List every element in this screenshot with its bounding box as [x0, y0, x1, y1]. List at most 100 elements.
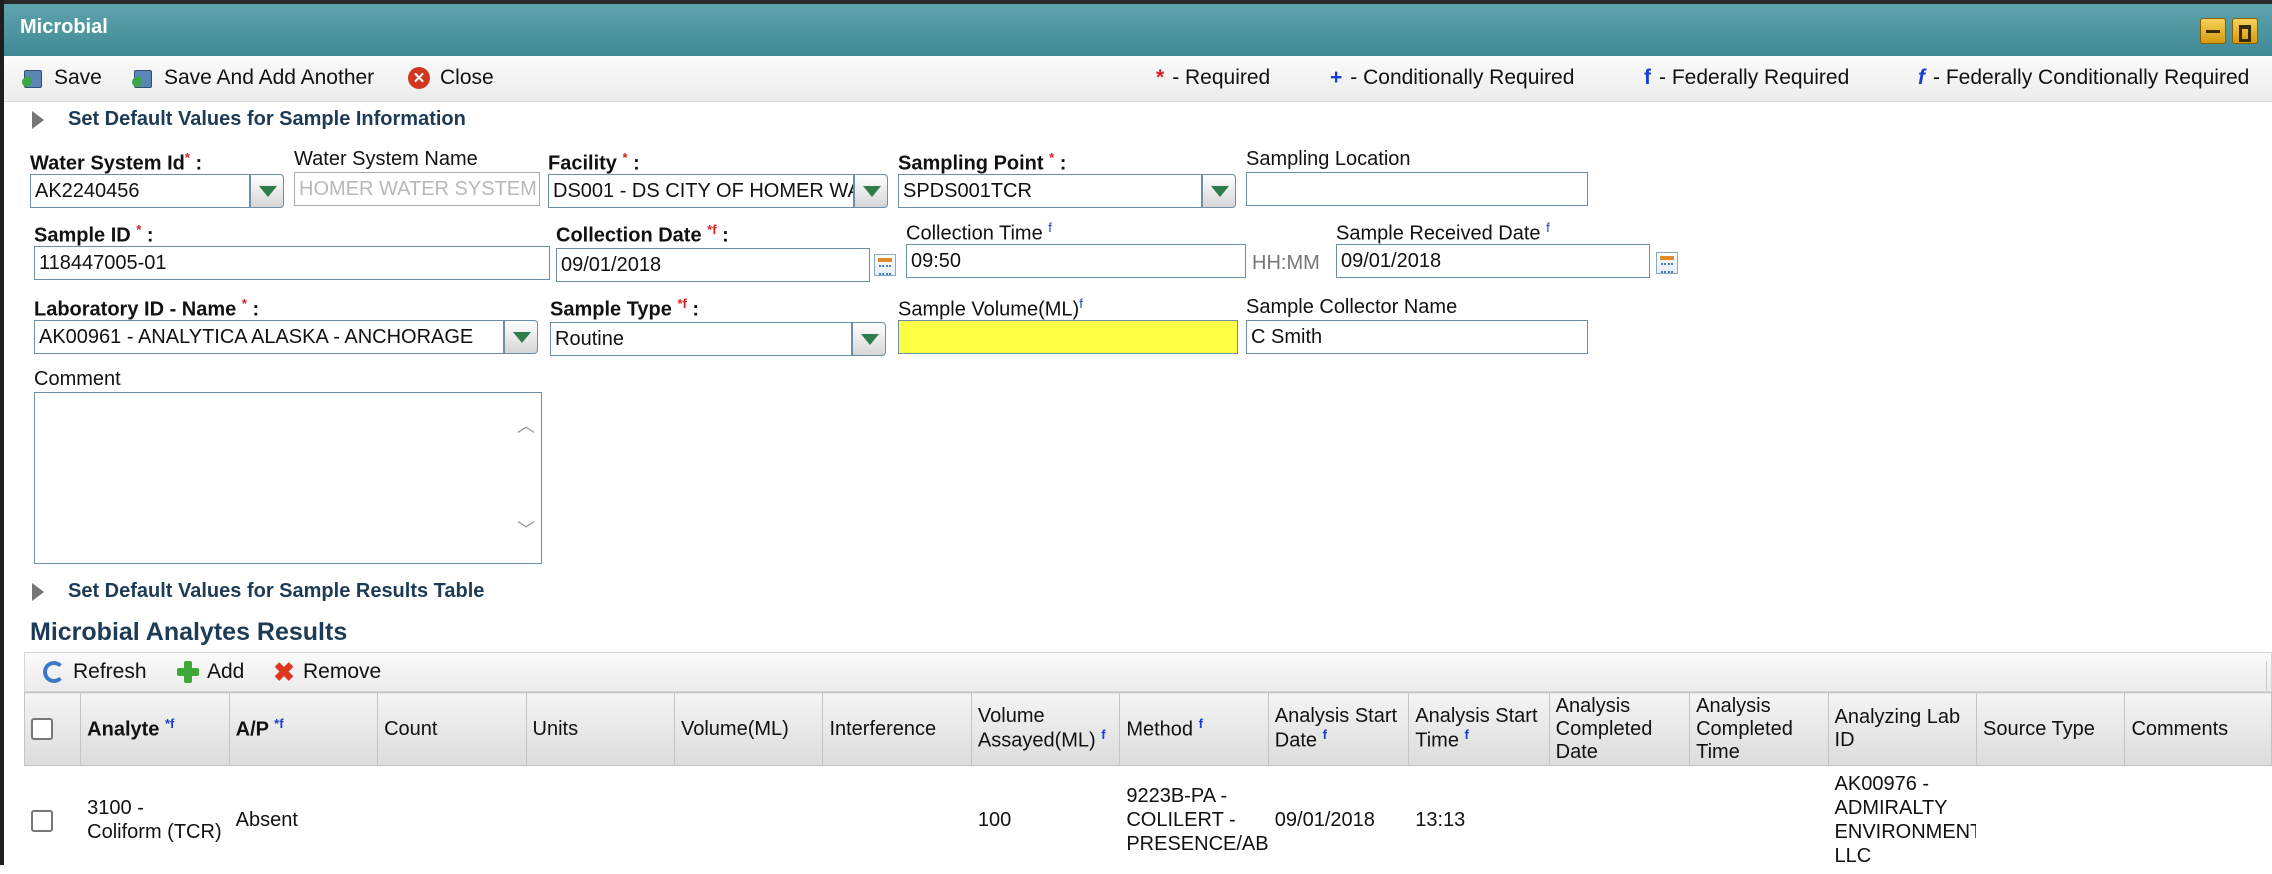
column-header[interactable]: Count — [378, 693, 526, 766]
table-row[interactable]: 3100 - Coliform (TCR) Absent 100 9223B-P… — [25, 766, 2272, 874]
volume-assayed-cell[interactable]: 100 — [971, 766, 1119, 874]
column-header[interactable]: Interference — [823, 693, 971, 766]
sample-received-date-field[interactable]: 09/01/2018 — [1336, 244, 1650, 278]
scroll-down-icon[interactable]: ﹀ — [517, 523, 535, 537]
refresh-button[interactable]: Refresh — [43, 660, 147, 684]
comment-textarea[interactable]: ︿ ﹀ — [34, 392, 542, 564]
sample-received-date-label: Sample Received Date f — [1336, 220, 1550, 246]
lab-id-cell[interactable]: AK00976 - ADMIRALTY ENVIRONMENTAL LLC — [1828, 766, 1976, 874]
collection-time-field[interactable]: 09:50 — [906, 244, 1246, 278]
expand-arrow-icon — [32, 583, 44, 601]
column-header[interactable]: Method f — [1120, 693, 1268, 766]
column-header[interactable]: Source Type — [1976, 693, 2124, 766]
laboratory-dropdown[interactable] — [504, 320, 538, 354]
select-all-checkbox[interactable] — [31, 718, 53, 740]
start-time-cell[interactable]: 13:13 — [1409, 766, 1549, 874]
row-checkbox[interactable] — [31, 810, 53, 832]
column-header[interactable]: Analyzing Lab ID — [1828, 693, 1976, 766]
column-header[interactable]: Analysis Completed Time — [1690, 693, 1828, 766]
expand-arrow-icon — [32, 111, 44, 129]
results-toolbar: Refresh Add ✖ Remove — [24, 652, 2272, 692]
sample-collector-field[interactable]: C Smith — [1246, 320, 1588, 354]
sampling-point-dropdown[interactable] — [1202, 174, 1236, 208]
volume-cell[interactable] — [674, 766, 822, 874]
units-cell[interactable] — [526, 766, 674, 874]
sample-volume-label: Sample Volume(ML)f — [898, 296, 1083, 322]
water-system-id-label: Water System Id* : — [30, 150, 202, 176]
column-header[interactable]: Units — [526, 693, 674, 766]
sample-volume-field[interactable] — [898, 320, 1238, 354]
sampling-point-label: Sampling Point * : — [898, 150, 1066, 176]
interference-cell[interactable] — [823, 766, 971, 874]
results-title: Microbial Analytes Results — [30, 618, 347, 647]
source-type-cell[interactable] — [1976, 766, 2124, 874]
ap-cell[interactable]: Absent — [229, 766, 377, 874]
set-defaults-sample-results-toggle[interactable]: Set Default Values for Sample Results Ta… — [32, 580, 484, 603]
sample-collector-label: Sample Collector Name — [1246, 296, 1457, 319]
minimize-icon[interactable] — [2200, 18, 2226, 44]
water-system-id-field[interactable]: AK2240456 — [30, 174, 250, 208]
collection-time-label: Collection Time f — [906, 220, 1052, 246]
select-all-header — [25, 693, 81, 766]
start-date-cell[interactable]: 09/01/2018 — [1268, 766, 1408, 874]
column-header[interactable]: Analysis Completed Date — [1549, 693, 1689, 766]
remove-button[interactable]: ✖ Remove — [273, 660, 381, 684]
water-system-name-label: Water System Name — [294, 148, 478, 171]
laboratory-field[interactable]: AK00961 - ANALYTICA ALASKA - ANCHORAGE — [34, 320, 504, 354]
restore-icon[interactable] — [2232, 18, 2258, 44]
plus-icon — [177, 661, 199, 683]
water-system-name-field: HOMER WATER SYSTEM — [294, 172, 540, 206]
completed-date-cell[interactable] — [1549, 766, 1689, 874]
column-header[interactable]: Analysis Start Date f — [1268, 693, 1408, 766]
comments-cell[interactable] — [2125, 766, 2272, 874]
scroll-up-icon[interactable]: ︿ — [517, 419, 535, 433]
sample-type-label: Sample Type *f : — [550, 296, 699, 322]
sample-type-field[interactable]: Routine — [550, 322, 852, 356]
results-grid: Analyte *f A/P *f Count Units Volume(ML)… — [24, 692, 2272, 874]
save-button[interactable]: Save — [22, 66, 102, 90]
time-format-hint: HH:MM — [1252, 252, 1320, 275]
column-header[interactable]: Analysis Start Time f — [1409, 693, 1549, 766]
close-button[interactable]: ✕ Close — [408, 66, 494, 90]
analyte-cell[interactable]: 3100 - Coliform (TCR) — [81, 766, 229, 874]
sample-id-field[interactable]: 118447005-01 — [34, 246, 550, 280]
form-toolbar: Save Save And Add Another ✕ Close *- Req… — [4, 56, 2272, 102]
save-and-add-another-button[interactable]: Save And Add Another — [132, 66, 374, 90]
method-cell[interactable]: 9223B-PA - COLILERT - PRESENCE/ABSENCE — [1120, 766, 1268, 874]
collection-date-label: Collection Date *f : — [556, 222, 729, 248]
remove-icon: ✖ — [273, 661, 295, 683]
sample-type-dropdown[interactable] — [852, 322, 886, 356]
refresh-icon — [43, 661, 65, 683]
sampling-location-field[interactable] — [1246, 172, 1588, 206]
sampling-point-field[interactable]: SPDS001TCR — [898, 174, 1202, 208]
laboratory-label: Laboratory ID - Name * : — [34, 296, 259, 322]
count-cell[interactable] — [378, 766, 526, 874]
sample-received-date-calendar-icon[interactable] — [1656, 252, 1678, 274]
legend-federally-required: f- Federally Required — [1644, 66, 1849, 90]
legend-required: *- Required — [1156, 66, 1270, 90]
completed-time-cell[interactable] — [1690, 766, 1828, 874]
legend-conditionally-required: +- Conditionally Required — [1330, 66, 1574, 90]
column-header[interactable]: Volume(ML) — [674, 693, 822, 766]
column-header[interactable]: Comments — [2125, 693, 2272, 766]
row-select-cell — [25, 766, 81, 874]
set-defaults-sample-info-toggle[interactable]: Set Default Values for Sample Informatio… — [32, 108, 466, 131]
column-header[interactable]: A/P *f — [229, 693, 377, 766]
sampling-location-label: Sampling Location — [1246, 148, 1411, 171]
title-bar: Microbial — [4, 0, 2272, 56]
collection-date-field[interactable]: 09/01/2018 — [556, 248, 870, 282]
comment-label: Comment — [34, 368, 121, 391]
facility-label: Facility * : — [548, 150, 640, 176]
legend-federally-conditionally-required: f- Federally Conditionally Required — [1918, 66, 2249, 90]
window-title: Microbial — [20, 16, 108, 39]
collection-date-calendar-icon[interactable] — [874, 254, 896, 276]
facility-dropdown[interactable] — [854, 174, 888, 208]
close-icon: ✕ — [408, 67, 430, 89]
save-icon — [22, 67, 44, 89]
column-header[interactable]: Volume Assayed(ML) f — [971, 693, 1119, 766]
add-button[interactable]: Add — [177, 660, 244, 684]
facility-field[interactable]: DS001 - DS CITY OF HOMER WATER — [548, 174, 854, 208]
column-header[interactable]: Analyte *f — [81, 693, 229, 766]
water-system-id-dropdown[interactable] — [250, 174, 284, 208]
save-add-icon — [132, 67, 154, 89]
